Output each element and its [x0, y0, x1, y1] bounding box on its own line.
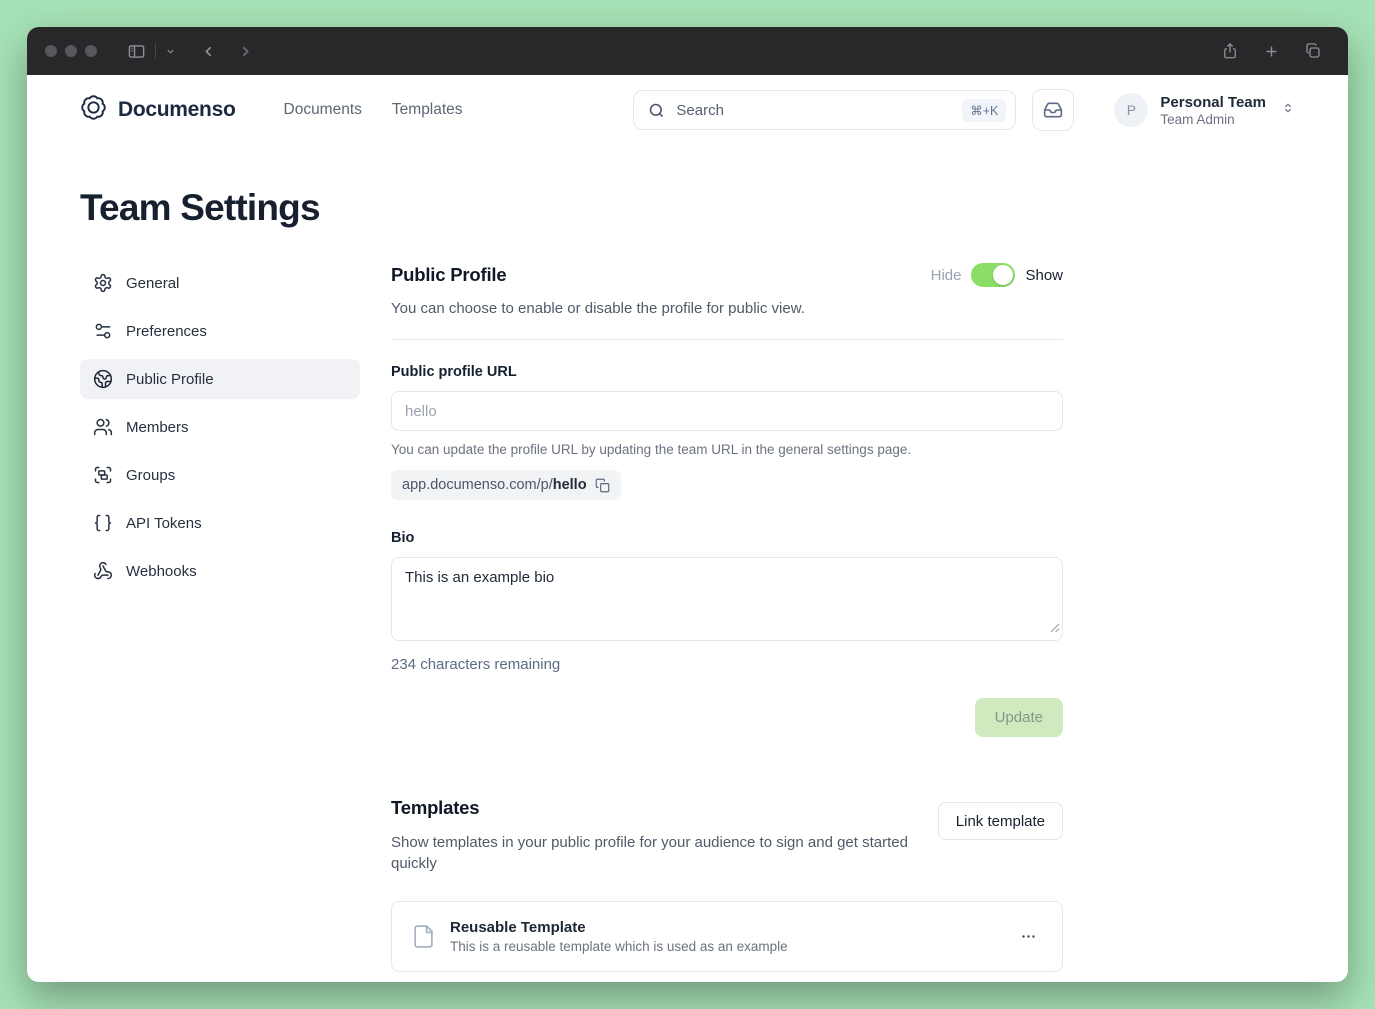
profile-visibility-switch[interactable] — [971, 263, 1015, 287]
forward-icon[interactable] — [237, 43, 254, 60]
documenso-logo-icon — [80, 94, 107, 126]
traffic-lights — [45, 45, 97, 57]
url-preview-prefix: app.documenso.com/p/ — [402, 477, 553, 493]
brand[interactable]: Documenso — [80, 94, 236, 126]
new-tab-icon[interactable] — [1263, 43, 1280, 60]
browser-titlebar — [27, 27, 1348, 75]
search-input[interactable] — [676, 102, 951, 119]
braces-icon — [93, 513, 113, 533]
section-description: You can choose to enable or disable the … — [391, 300, 1063, 317]
chevron-up-down-icon — [1281, 101, 1295, 120]
bio-field-label: Bio — [391, 530, 1063, 546]
characters-remaining: 234 characters remaining — [391, 656, 1063, 673]
sidebar-item-label: API Tokens — [126, 515, 202, 532]
sidebar-toggle-icon[interactable] — [127, 42, 146, 61]
url-preview-slug: hello — [553, 477, 587, 493]
section-title-templates: Templates — [391, 797, 921, 819]
copy-icon[interactable] — [595, 478, 610, 493]
url-preview-chip[interactable]: app.documenso.com/p/hello — [391, 470, 621, 500]
url-field-label: Public profile URL — [391, 364, 1063, 380]
sidebar-item-label: Public Profile — [126, 371, 214, 388]
sidebar-item-label: Members — [126, 419, 189, 436]
sidebar-item-label: Preferences — [126, 323, 207, 340]
template-title: Reusable Template — [450, 919, 788, 936]
group-icon — [93, 465, 113, 485]
file-icon — [411, 924, 436, 949]
app-header: Documenso Documents Templates ⌘+K P Pers… — [27, 75, 1348, 145]
template-card[interactable]: Reusable Template This is a reusable tem… — [391, 901, 1063, 972]
sidebar-item-label: Groups — [126, 467, 175, 484]
toggle-hide-label: Hide — [931, 267, 962, 284]
url-field-help: You can update the profile URL by updati… — [391, 442, 1063, 457]
templates-description: Show templates in your public profile fo… — [391, 832, 921, 874]
sidebar-item-preferences[interactable]: Preferences — [80, 311, 360, 351]
sidebar-item-public-profile[interactable]: Public Profile — [80, 359, 360, 399]
account-menu[interactable]: P Personal Team Team Admin — [1114, 93, 1295, 127]
ellipsis-menu-icon[interactable] — [1014, 922, 1043, 951]
public-profile-url-input[interactable] — [391, 391, 1063, 431]
template-subtitle: This is a reusable template which is use… — [450, 939, 788, 954]
gear-icon — [93, 273, 113, 293]
sidebar-item-groups[interactable]: Groups — [80, 455, 360, 495]
settings-content: Public Profile Hide Show You can choose … — [391, 263, 1063, 972]
main-nav: Documents Templates — [284, 101, 463, 119]
search-shortcut-badge: ⌘+K — [962, 99, 1006, 122]
account-role: Team Admin — [1160, 112, 1266, 127]
sidebar-item-members[interactable]: Members — [80, 407, 360, 447]
search-icon — [648, 102, 665, 119]
settings-sidebar: General Preferences Public Profile Membe… — [80, 263, 360, 972]
sidebar-item-label: General — [126, 275, 179, 292]
sidebar-item-api-tokens[interactable]: API Tokens — [80, 503, 360, 543]
nav-documents[interactable]: Documents — [284, 101, 362, 119]
chrome-separator — [155, 43, 156, 59]
chevron-down-icon[interactable] — [165, 46, 176, 57]
account-team-name: Personal Team — [1160, 94, 1266, 111]
inbox-icon — [1043, 100, 1063, 120]
resize-handle-icon[interactable] — [1050, 620, 1060, 638]
maximize-button[interactable] — [85, 45, 97, 57]
profile-visibility-toggle-row: Hide Show — [931, 263, 1063, 287]
page-title: Team Settings — [27, 187, 1348, 229]
close-button[interactable] — [45, 45, 57, 57]
sidebar-item-general[interactable]: General — [80, 263, 360, 303]
nav-templates[interactable]: Templates — [392, 101, 463, 119]
sidebar-item-label: Webhooks — [126, 563, 197, 580]
globe-icon — [93, 369, 113, 389]
back-icon[interactable] — [200, 43, 217, 60]
minimize-button[interactable] — [65, 45, 77, 57]
search-bar[interactable]: ⌘+K — [633, 90, 1016, 130]
inbox-button[interactable] — [1032, 89, 1074, 131]
avatar: P — [1114, 93, 1148, 127]
toggle-show-label: Show — [1025, 267, 1063, 284]
share-icon[interactable] — [1221, 42, 1239, 60]
users-icon — [93, 417, 113, 437]
update-button[interactable]: Update — [975, 698, 1063, 737]
sliders-icon — [93, 321, 113, 341]
sidebar-item-webhooks[interactable]: Webhooks — [80, 551, 360, 591]
link-template-button[interactable]: Link template — [938, 802, 1063, 840]
bio-textarea[interactable]: This is an example bio — [391, 557, 1063, 641]
brand-name: Documenso — [118, 98, 236, 122]
tab-overview-icon[interactable] — [1304, 42, 1322, 60]
section-title-public-profile: Public Profile — [391, 264, 506, 286]
browser-window: Documenso Documents Templates ⌘+K P Pers… — [27, 27, 1348, 982]
webhook-icon — [93, 561, 113, 581]
divider — [391, 339, 1063, 340]
